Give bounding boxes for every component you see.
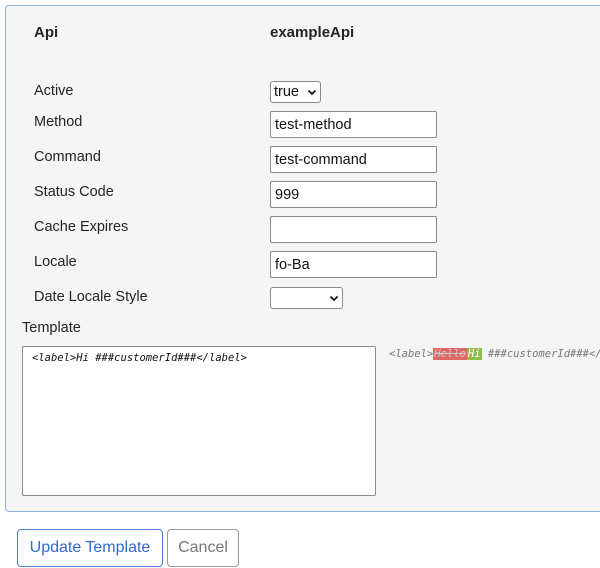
command-label: Command	[34, 149, 101, 165]
diff-removed: Hello	[433, 348, 467, 360]
diff-added: Hi	[466, 348, 482, 360]
cache-expires-input[interactable]	[270, 216, 437, 243]
api-label: Api	[34, 24, 59, 41]
locale-label: Locale	[34, 254, 77, 270]
update-template-button[interactable]: Update Template	[17, 529, 163, 567]
date-locale-style-select[interactable]	[270, 287, 343, 309]
date-locale-style-label: Date Locale Style	[34, 289, 148, 305]
template-textarea[interactable]: <label>Hi ###customerId###</label>	[22, 346, 376, 496]
status-code-label: Status Code	[34, 184, 114, 200]
command-input[interactable]	[270, 146, 437, 173]
cancel-button[interactable]: Cancel	[167, 529, 239, 567]
status-code-input[interactable]	[270, 181, 437, 208]
diff-suffix: ###customerId###</label>	[487, 348, 600, 360]
active-select-value: true	[274, 84, 299, 100]
diff-prefix: <label>	[389, 348, 434, 360]
chevron-down-icon	[307, 89, 317, 96]
template-label: Template	[22, 320, 81, 336]
cache-expires-label: Cache Expires	[34, 219, 129, 235]
chevron-down-icon	[329, 295, 339, 302]
active-select[interactable]: true	[270, 81, 321, 103]
method-input[interactable]	[270, 111, 437, 138]
method-label: Method	[34, 114, 83, 130]
locale-input[interactable]	[270, 251, 437, 278]
api-name: exampleApi	[270, 24, 355, 41]
active-label: Active	[34, 83, 74, 99]
template-diff-preview: <label>HelloHi ###customerId###</label>	[389, 348, 600, 360]
